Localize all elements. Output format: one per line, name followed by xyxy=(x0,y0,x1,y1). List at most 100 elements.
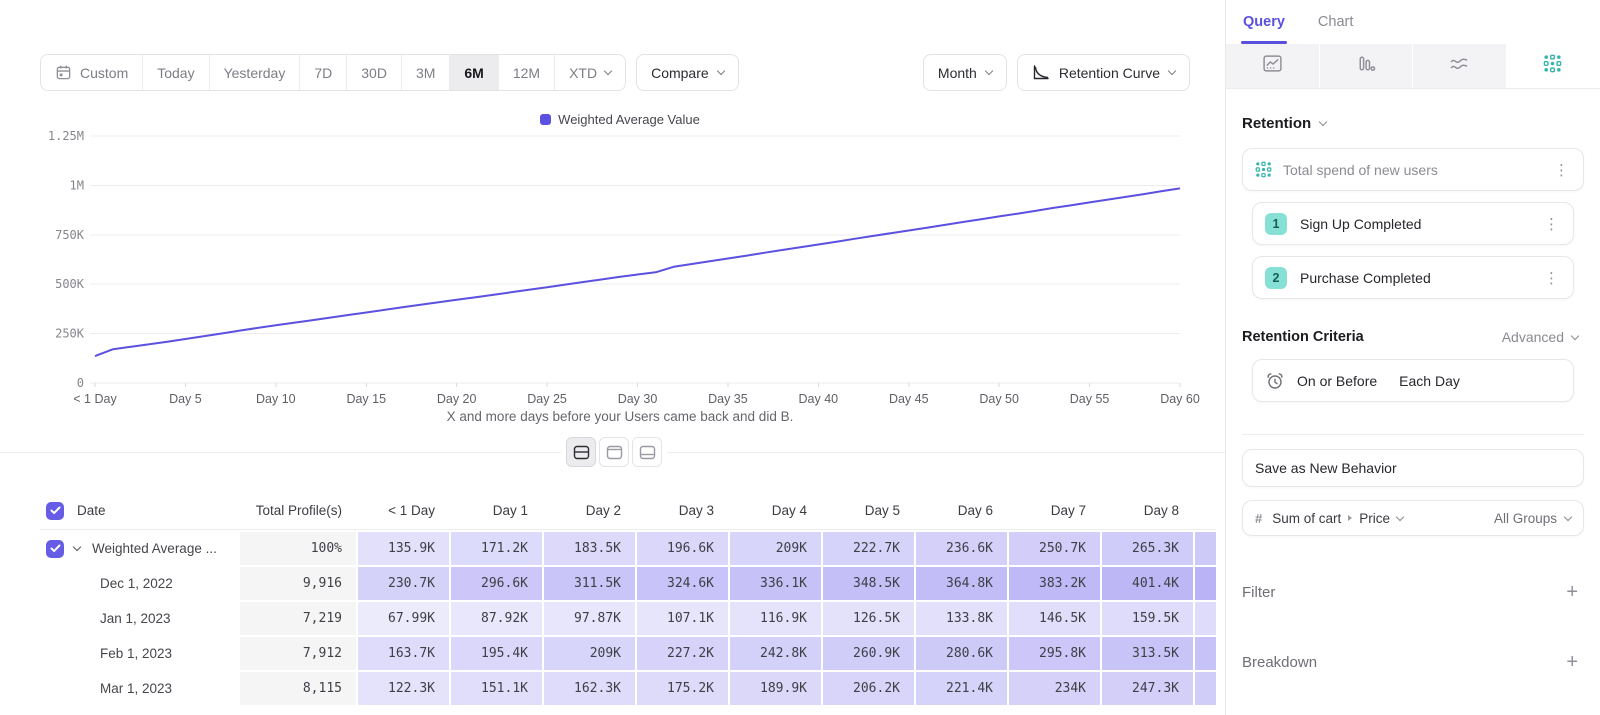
row-checkbox[interactable] xyxy=(46,540,64,558)
add-filter-button[interactable]: + xyxy=(1566,582,1578,602)
retention-cell[interactable]: 227.2K xyxy=(637,637,730,670)
retention-cell[interactable]: 234K xyxy=(1009,672,1102,705)
retention-cell[interactable]: 230.7K xyxy=(358,567,451,600)
retention-cell[interactable]: 146.5K xyxy=(1009,602,1102,635)
retention-cell[interactable]: 175.2K xyxy=(637,672,730,705)
chart-type-button[interactable]: Retention Curve xyxy=(1017,54,1190,91)
range-yesterday[interactable]: Yesterday xyxy=(210,55,301,90)
range-30d[interactable]: 30D xyxy=(347,55,402,90)
split-view-toggle-button[interactable] xyxy=(566,437,596,467)
retention-cell[interactable]: 183.5K xyxy=(544,532,637,565)
retention-cell[interactable]: 116.9K xyxy=(730,602,823,635)
retention-cell[interactable]: 126.5K xyxy=(823,602,916,635)
retention-cell[interactable]: 313.5K xyxy=(1102,637,1195,670)
retention-cell[interactable]: 265.3K xyxy=(1102,532,1195,565)
range-12m[interactable]: 12M xyxy=(499,55,555,90)
retention-cell[interactable]: 242.8K xyxy=(730,637,823,670)
kebab-menu-icon[interactable]: ⋮ xyxy=(1542,215,1561,233)
retention-cell[interactable]: 260.9K xyxy=(823,637,916,670)
retention-cell[interactable]: 67.99K xyxy=(358,602,451,635)
range-6m[interactable]: 6M xyxy=(450,55,498,90)
retention-cell[interactable]: 295.8K xyxy=(1009,637,1102,670)
retention-cell[interactable]: 133.8K xyxy=(916,602,1009,635)
retention-cell[interactable]: 206.2K xyxy=(823,672,916,705)
behavior-step-card[interactable]: 2Purchase Completed⋮ xyxy=(1252,256,1574,299)
retention-section-header[interactable]: Retention xyxy=(1242,115,1584,132)
retention-cell-partial[interactable] xyxy=(1195,532,1216,565)
retention-cell[interactable]: 247.3K xyxy=(1102,672,1195,705)
criteria-condition[interactable]: On or Before xyxy=(1297,373,1377,389)
criteria-mode-dropdown[interactable]: Advanced xyxy=(1502,329,1578,345)
range-xtd[interactable]: XTD xyxy=(555,55,625,90)
behavior-card[interactable]: Total spend of new users ⋮ xyxy=(1242,148,1584,191)
retention-cell[interactable]: 196.6K xyxy=(637,532,730,565)
behavior-step-card[interactable]: 1Sign Up Completed⋮ xyxy=(1252,202,1574,245)
retention-cell[interactable]: 336.1K xyxy=(730,567,823,600)
retention-cell[interactable]: 311.5K xyxy=(544,567,637,600)
group-dropdown[interactable]: All Groups xyxy=(1494,511,1571,526)
retention-cell-partial[interactable] xyxy=(1195,637,1216,670)
granularity-button[interactable]: Month xyxy=(923,54,1007,91)
retention-cell[interactable]: 364.8K xyxy=(916,567,1009,600)
total-profiles-cell[interactable]: 7,912 xyxy=(240,637,358,670)
report-tab-insights[interactable] xyxy=(1226,44,1320,88)
retention-cell[interactable]: 280.6K xyxy=(916,637,1009,670)
retention-cell-partial[interactable] xyxy=(1195,602,1216,635)
retention-cell[interactable]: 135.9K xyxy=(358,532,451,565)
retention-cell[interactable]: 209K xyxy=(730,532,823,565)
line-chart-plot[interactable]: 0250K500K750K1M1.25M< 1 DayDay 5Day 10Da… xyxy=(40,108,1200,428)
retention-cell[interactable]: 221.4K xyxy=(916,672,1009,705)
row-label[interactable]: Mar 1, 2023 xyxy=(100,681,172,696)
retention-cell[interactable]: 122.3K xyxy=(358,672,451,705)
report-tab-funnels[interactable] xyxy=(1320,44,1414,88)
save-as-new-behavior-button[interactable]: Save as New Behavior xyxy=(1242,449,1584,487)
compare-button[interactable]: Compare xyxy=(636,54,739,91)
retention-cell[interactable]: 324.6K xyxy=(637,567,730,600)
report-tab-retention[interactable] xyxy=(1507,44,1600,88)
retention-cell[interactable]: 107.1K xyxy=(637,602,730,635)
retention-cell[interactable]: 195.4K xyxy=(451,637,544,670)
chart-view-toggle-button[interactable] xyxy=(599,437,629,467)
retention-cell[interactable]: 222.7K xyxy=(823,532,916,565)
retention-cell-partial[interactable] xyxy=(1195,567,1216,600)
row-label[interactable]: Feb 1, 2023 xyxy=(100,646,172,661)
retention-cell[interactable]: 296.6K xyxy=(451,567,544,600)
retention-cell[interactable]: 97.87K xyxy=(544,602,637,635)
range-custom[interactable]: Custom xyxy=(41,55,143,90)
table-view-toggle-button[interactable] xyxy=(632,437,662,467)
retention-cell[interactable]: 162.3K xyxy=(544,672,637,705)
range-3m[interactable]: 3M xyxy=(402,55,450,90)
row-label[interactable]: Dec 1, 2022 xyxy=(100,576,173,591)
criteria-condition-card[interactable]: On or Before Each Day xyxy=(1252,359,1574,402)
retention-cell[interactable]: 87.92K xyxy=(451,602,544,635)
retention-cell[interactable]: 401.4K xyxy=(1102,567,1195,600)
kebab-menu-icon[interactable]: ⋮ xyxy=(1542,269,1561,287)
retention-cell[interactable]: 189.9K xyxy=(730,672,823,705)
retention-cell[interactable]: 236.6K xyxy=(916,532,1009,565)
criteria-frequency[interactable]: Each Day xyxy=(1399,373,1460,389)
row-label[interactable]: Weighted Average ... xyxy=(92,541,217,556)
chevron-down-icon[interactable] xyxy=(73,543,81,551)
tab-query[interactable]: Query xyxy=(1243,0,1285,44)
report-tab-flows[interactable] xyxy=(1413,44,1507,88)
retention-cell[interactable]: 348.5K xyxy=(823,567,916,600)
total-profiles-cell[interactable]: 100% xyxy=(240,532,358,565)
select-all-checkbox[interactable] xyxy=(46,502,64,520)
range-7d[interactable]: 7D xyxy=(300,55,347,90)
retention-cell[interactable]: 151.1K xyxy=(451,672,544,705)
measure-dropdown[interactable]: Sum of cart Price xyxy=(1272,511,1403,526)
retention-cell[interactable]: 383.2K xyxy=(1009,567,1102,600)
kebab-menu-icon[interactable]: ⋮ xyxy=(1552,161,1571,179)
retention-cell[interactable]: 209K xyxy=(544,637,637,670)
total-profiles-cell[interactable]: 8,115 xyxy=(240,672,358,705)
range-today[interactable]: Today xyxy=(143,55,209,90)
total-profiles-cell[interactable]: 7,219 xyxy=(240,602,358,635)
tab-chart[interactable]: Chart xyxy=(1318,0,1353,44)
total-profiles-cell[interactable]: 9,916 xyxy=(240,567,358,600)
retention-cell[interactable]: 250.7K xyxy=(1009,532,1102,565)
retention-cell[interactable]: 159.5K xyxy=(1102,602,1195,635)
retention-cell[interactable]: 171.2K xyxy=(451,532,544,565)
row-label[interactable]: Jan 1, 2023 xyxy=(100,611,171,626)
retention-cell-partial[interactable] xyxy=(1195,672,1216,705)
add-breakdown-button[interactable]: + xyxy=(1566,652,1578,672)
